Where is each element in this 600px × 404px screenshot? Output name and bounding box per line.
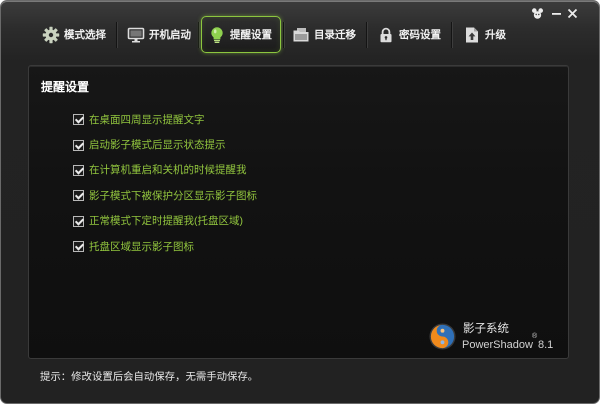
checkbox[interactable] bbox=[73, 241, 84, 253]
tab-label: 提醒设置 bbox=[230, 29, 272, 41]
brand-version: 8.1 bbox=[538, 339, 554, 351]
option-timed-reminder-normal-mode[interactable]: 正常模式下定时提醒我(托盘区域) bbox=[73, 209, 257, 234]
option-label: 在桌面四周显示提醒文字 bbox=[89, 113, 205, 126]
option-show-desktop-reminder-text[interactable]: 在桌面四周显示提醒文字 bbox=[73, 107, 257, 132]
status-tip: 提示：修改设置后会自动保存，无需手动保存。 bbox=[40, 372, 259, 383]
tab-separator bbox=[116, 22, 117, 48]
tab-label: 开机启动 bbox=[149, 29, 191, 41]
tab-separator bbox=[366, 22, 367, 48]
option-show-shadow-icon-in-tray[interactable]: 托盘区域显示影子图标 bbox=[73, 234, 257, 259]
option-label: 启动影子模式后显示状态提示 bbox=[89, 139, 226, 152]
folder-icon bbox=[292, 26, 310, 44]
tab-password-settings[interactable]: 密码设置 bbox=[371, 16, 446, 53]
tab-startup[interactable]: 开机启动 bbox=[121, 16, 196, 53]
option-label: 托盘区域显示影子图标 bbox=[89, 240, 194, 253]
option-label: 在计算机重启和关机的时候提醒我 bbox=[89, 164, 247, 177]
option-show-status-after-shadow-mode[interactable]: 启动影子模式后显示状态提示 bbox=[73, 132, 257, 157]
powershadow-logo-icon bbox=[428, 322, 457, 351]
checkbox[interactable] bbox=[73, 164, 84, 176]
panel-title: 提醒设置 bbox=[41, 80, 90, 94]
tab-label: 升级 bbox=[485, 29, 506, 41]
app-window: 模式选择 开机启动 提醒设置 目录迁移 密码设置 升级 提醒设置 在桌面四周显示… bbox=[0, 0, 600, 404]
option-label: 正常模式下定时提醒我(托盘区域) bbox=[89, 215, 243, 228]
close-icon[interactable] bbox=[566, 7, 579, 20]
tab-reminder-settings[interactable]: 提醒设置 bbox=[201, 16, 281, 53]
tab-label: 密码设置 bbox=[399, 29, 441, 41]
option-list: 在桌面四周显示提醒文字 启动影子模式后显示状态提示 在计算机重启和关机的时候提醒… bbox=[73, 107, 257, 259]
tab-separator bbox=[451, 22, 452, 48]
checkbox[interactable] bbox=[73, 114, 84, 126]
tab-label: 目录迁移 bbox=[314, 29, 356, 41]
gear-icon bbox=[42, 26, 60, 44]
option-show-shadow-icon-on-protected-partition[interactable]: 影子模式下被保护分区显示影子图标 bbox=[73, 183, 257, 208]
tab-separator bbox=[198, 22, 199, 48]
brand-name-en: PowerShadow bbox=[462, 339, 533, 351]
tab-directory-migration[interactable]: 目录迁移 bbox=[286, 16, 361, 53]
option-remind-on-restart-shutdown[interactable]: 在计算机重启和关机的时候提醒我 bbox=[73, 158, 257, 183]
reminder-settings-panel: 提醒设置 在桌面四周显示提醒文字 启动影子模式后显示状态提示 在计算机重启和关机… bbox=[28, 65, 569, 359]
tab-separator bbox=[283, 22, 284, 48]
brand-name-cn: 影子系统 bbox=[463, 323, 509, 335]
checkbox[interactable] bbox=[73, 190, 84, 202]
checkbox[interactable] bbox=[73, 139, 84, 151]
upgrade-icon bbox=[463, 26, 481, 44]
lock-icon bbox=[377, 26, 395, 44]
minimize-icon[interactable] bbox=[550, 7, 563, 20]
checkbox[interactable] bbox=[73, 215, 84, 227]
lightbulb-icon bbox=[208, 26, 226, 44]
monitor-icon bbox=[127, 26, 145, 44]
option-label: 影子模式下被保护分区显示影子图标 bbox=[89, 189, 257, 202]
tab-mode-select[interactable]: 模式选择 bbox=[36, 16, 111, 53]
tab-upgrade[interactable]: 升级 bbox=[456, 16, 511, 53]
tab-label: 模式选择 bbox=[64, 29, 106, 41]
main-menu-icon[interactable] bbox=[531, 7, 544, 20]
registered-mark: ® bbox=[532, 333, 538, 340]
